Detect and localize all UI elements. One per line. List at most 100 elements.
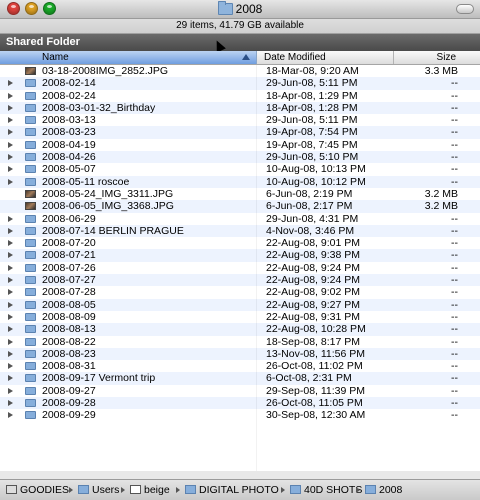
file-row[interactable]: 2008-03-23 19-Apr-08, 7:54 PM -- — [0, 126, 480, 139]
folder-icon — [25, 214, 36, 223]
column-header: Name Date Modified Size — [0, 51, 480, 65]
file-size: -- — [451, 286, 458, 299]
column-divider[interactable] — [393, 51, 394, 64]
folder-icon — [185, 485, 196, 494]
folder-icon — [25, 91, 36, 100]
file-row[interactable]: 2008-08-05 22-Aug-08, 9:27 PM -- — [0, 298, 480, 311]
file-row[interactable]: 2008-07-27 22-Aug-08, 9:24 PM -- — [0, 274, 480, 287]
folder-icon — [25, 325, 36, 334]
path-crumb[interactable]: DIGITAL PHOTO — [185, 480, 279, 500]
file-row[interactable]: 2008-08-09 22-Aug-08, 9:31 PM -- — [0, 311, 480, 323]
file-row[interactable]: 03-18-2008IMG_2852.JPG 18-Mar-08, 9:20 AM… — [0, 65, 480, 77]
disclosure-triangle-icon[interactable] — [8, 178, 13, 185]
file-row[interactable]: 2008-07-28 22-Aug-08, 9:02 PM -- — [0, 286, 480, 298]
file-date-modified: 29-Jun-08, 5:11 PM — [266, 77, 358, 90]
disclosure-triangle-icon[interactable] — [8, 387, 13, 394]
folder-icon — [25, 288, 36, 297]
file-name: 2008-03-23 — [42, 126, 96, 139]
file-size: -- — [451, 372, 458, 385]
file-row[interactable]: 2008-03-13 29-Jun-08, 5:11 PM -- — [0, 114, 480, 126]
disclosure-triangle-icon[interactable] — [8, 350, 13, 357]
file-size: -- — [451, 77, 458, 90]
disclosure-triangle-icon[interactable] — [8, 326, 13, 333]
folder-icon — [25, 140, 36, 149]
file-date-modified: 10-Aug-08, 10:13 PM — [266, 163, 366, 176]
file-name: 2008-07-28 — [42, 286, 96, 299]
file-row[interactable]: 2008-04-19 19-Apr-08, 7:45 PM -- — [0, 139, 480, 151]
disclosure-triangle-icon[interactable] — [8, 80, 13, 87]
disclosure-triangle-icon[interactable] — [8, 240, 13, 247]
file-row[interactable]: 2008-07-26 22-Aug-08, 9:24 PM -- — [0, 262, 480, 274]
date-modified-column-header[interactable]: Date Modified — [264, 51, 326, 64]
file-row[interactable]: 2008-07-21 22-Aug-08, 9:38 PM -- — [0, 249, 480, 262]
file-row[interactable]: 2008-06-29 29-Jun-08, 4:31 PM -- — [0, 213, 480, 225]
disclosure-triangle-icon[interactable] — [8, 277, 13, 284]
disclosure-triangle-icon[interactable] — [8, 338, 13, 345]
disclosure-triangle-icon[interactable] — [8, 375, 13, 382]
folder-icon — [25, 153, 36, 162]
path-crumb[interactable]: GOODIES — [6, 480, 69, 500]
file-list: 03-18-2008IMG_2852.JPG 18-Mar-08, 9:20 AM… — [0, 65, 480, 471]
name-column-header[interactable]: Name — [0, 51, 257, 64]
toolbar-toggle-button[interactable] — [456, 4, 474, 14]
folder-icon — [25, 276, 36, 285]
file-row[interactable]: 2008-07-14 BERLIN PRAGUE 4-Nov-08, 3:46 P… — [0, 224, 480, 238]
file-date-modified: 18-Apr-08, 1:28 PM — [266, 101, 358, 114]
file-row[interactable]: 2008-08-22 18-Sep-08, 8:17 PM -- — [0, 336, 480, 348]
file-date-modified: 22-Aug-08, 10:28 PM — [266, 323, 366, 336]
file-row[interactable]: 2008-02-14 29-Jun-08, 5:11 PM -- — [0, 77, 480, 90]
file-date-modified: 26-Oct-08, 11:02 PM — [266, 360, 363, 373]
file-size: -- — [451, 224, 458, 237]
file-row[interactable]: 2008-02-24 18-Apr-08, 1:29 PM -- — [0, 90, 480, 102]
file-name: 2008-07-26 — [42, 261, 96, 274]
disclosure-triangle-icon[interactable] — [8, 412, 13, 419]
file-row[interactable]: 2008-08-31 26-Oct-08, 11:02 PM -- — [0, 360, 480, 372]
size-column-header[interactable]: Size — [437, 51, 456, 64]
disclosure-triangle-icon[interactable] — [8, 129, 13, 136]
path-crumb[interactable]: beige — [130, 480, 170, 500]
file-date-modified: 13-Nov-08, 11:56 PM — [266, 347, 366, 360]
file-row[interactable]: 2008-09-27 29-Sep-08, 11:39 PM -- — [0, 385, 480, 397]
path-separator-icon — [281, 487, 285, 493]
disclosure-triangle-icon[interactable] — [8, 215, 13, 222]
disclosure-triangle-icon[interactable] — [8, 104, 13, 111]
path-crumb[interactable]: 2008 — [365, 480, 402, 500]
disclosure-triangle-icon[interactable] — [8, 166, 13, 173]
file-row[interactable]: 2008-05-07 10-Aug-08, 10:13 PM -- — [0, 163, 480, 175]
file-row[interactable]: 2008-04-26 29-Jun-08, 5:10 PM -- — [0, 151, 480, 164]
file-size: -- — [451, 347, 458, 360]
disclosure-triangle-icon[interactable] — [8, 227, 13, 234]
file-row[interactable]: 2008-09-28 26-Oct-08, 11:05 PM -- — [0, 397, 480, 410]
file-size: -- — [451, 360, 458, 373]
folder-icon — [78, 485, 89, 494]
file-size: 3.3 MB — [424, 65, 458, 77]
file-row[interactable]: 2008-07-20 22-Aug-08, 9:01 PM -- — [0, 237, 480, 249]
file-row[interactable]: 2008-08-13 22-Aug-08, 10:28 PM -- — [0, 323, 480, 336]
disclosure-triangle-icon[interactable] — [8, 141, 13, 148]
file-row[interactable]: 2008-03-01-32_Birthday 18-Apr-08, 1:28 PM… — [0, 101, 480, 115]
disclosure-triangle-icon[interactable] — [8, 154, 13, 161]
disclosure-triangle-icon[interactable] — [8, 400, 13, 407]
disclosure-triangle-icon[interactable] — [8, 289, 13, 296]
title-bar: 2008 — [0, 0, 480, 19]
disclosure-triangle-icon[interactable] — [8, 92, 13, 99]
folder-icon — [25, 226, 36, 235]
path-crumb[interactable]: 40D SHOTS — [290, 480, 362, 500]
file-row[interactable]: 2008-09-17 Vermont trip 6-Oct-08, 2:31 PM… — [0, 372, 480, 385]
file-row[interactable]: 2008-05-11 roscoe 10-Aug-08, 10:12 PM -- — [0, 175, 480, 188]
file-size: -- — [451, 298, 458, 311]
folder-icon — [25, 362, 36, 371]
disclosure-triangle-icon[interactable] — [8, 117, 13, 124]
file-date-modified: 30-Sep-08, 12:30 AM — [266, 409, 366, 422]
disclosure-triangle-icon[interactable] — [8, 363, 13, 370]
disclosure-triangle-icon[interactable] — [8, 301, 13, 308]
path-crumb[interactable]: Users — [78, 480, 119, 500]
disclosure-triangle-icon[interactable] — [8, 264, 13, 271]
file-row[interactable]: 2008-05-24_IMG_3311.JPG 6-Jun-08, 2:19 PM… — [0, 188, 480, 200]
file-row[interactable]: 2008-08-23 13-Nov-08, 11:56 PM -- — [0, 347, 480, 361]
folder-icon — [25, 411, 36, 420]
disclosure-triangle-icon[interactable] — [8, 313, 13, 320]
file-row[interactable]: 2008-06-05_IMG_3368.JPG 6-Jun-08, 2:17 PM… — [0, 200, 480, 213]
file-row[interactable]: 2008-09-29 30-Sep-08, 12:30 AM -- — [0, 409, 480, 421]
disclosure-triangle-icon[interactable] — [8, 252, 13, 259]
